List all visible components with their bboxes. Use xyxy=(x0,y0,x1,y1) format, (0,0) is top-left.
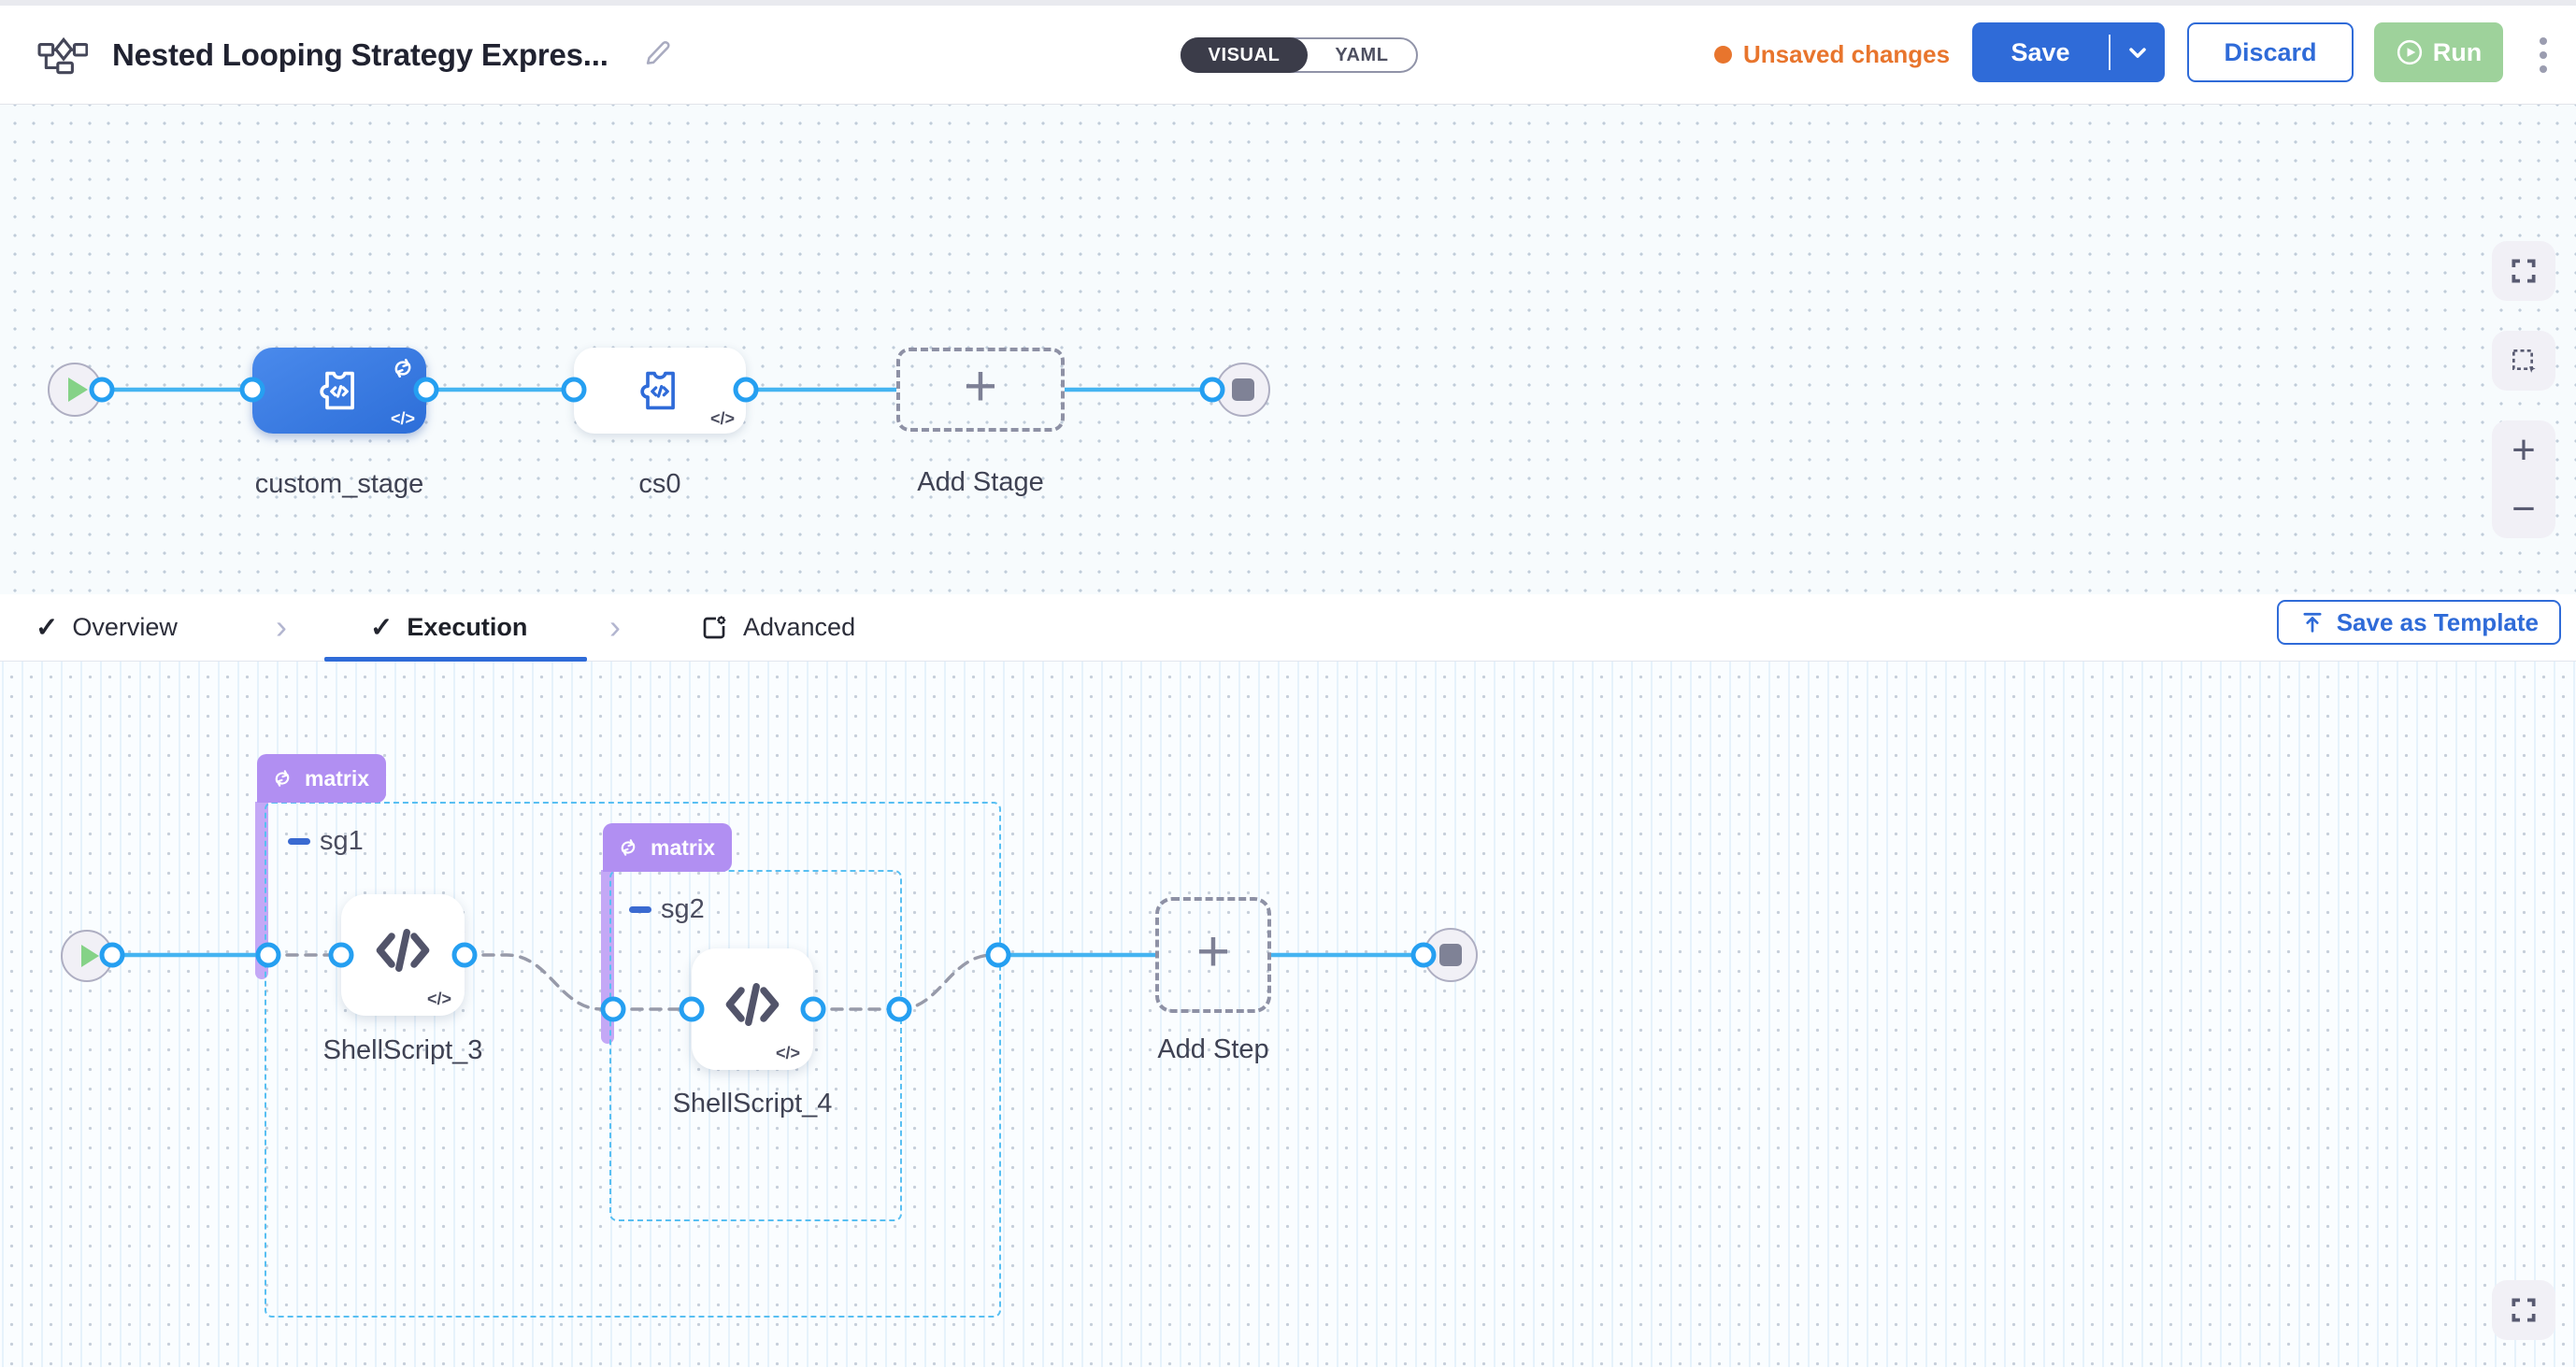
shell-script-icon xyxy=(369,917,436,984)
tab-execution[interactable]: ✓ Execution xyxy=(370,594,527,661)
fullscreen-icon xyxy=(2509,256,2539,286)
step-label-shellscript-4: ShellScript_4 xyxy=(635,1089,870,1119)
pipeline-icon xyxy=(37,35,88,76)
stage-end-node xyxy=(1216,363,1270,417)
stage-label-custom-stage: custom_stage xyxy=(208,469,470,500)
chevron-right-icon: › xyxy=(609,607,621,647)
tab-advanced[interactable]: Advanced xyxy=(699,594,855,661)
matrix-badge-sg1[interactable]: matrix xyxy=(257,754,386,803)
custom-stage-icon xyxy=(315,366,364,415)
tab-advanced-label: Advanced xyxy=(743,613,855,642)
step-group-name: sg1 xyxy=(320,826,364,857)
more-options-button[interactable] xyxy=(2524,29,2563,81)
discard-button[interactable]: Discard xyxy=(2187,22,2354,82)
toggle-visual[interactable]: VISUAL xyxy=(1181,37,1308,73)
tab-overview[interactable]: ✓ Overview xyxy=(36,594,178,661)
code-badge-icon: </> xyxy=(710,409,735,429)
custom-stage-icon xyxy=(636,366,684,415)
save-button[interactable]: Save xyxy=(1972,22,2109,82)
step-group-name: sg2 xyxy=(661,894,705,925)
stop-icon xyxy=(1439,944,1462,966)
matrix-badge-label: matrix xyxy=(305,766,369,791)
shell-script-icon xyxy=(719,971,786,1038)
save-as-template-label: Save as Template xyxy=(2337,608,2539,637)
unsaved-changes-label: Unsaved changes xyxy=(1743,40,1950,69)
stage-canvas[interactable]: </> custom_stage </> cs0 + Add Stage xyxy=(0,105,2576,594)
active-tab-underline xyxy=(324,657,587,662)
pipeline-studio: Nested Looping Strategy Expres... VISUAL… xyxy=(0,0,2576,1368)
collapse-handle[interactable] xyxy=(629,906,651,913)
pencil-icon xyxy=(641,37,673,69)
upload-icon xyxy=(2299,609,2326,635)
marquee-select-icon xyxy=(2509,346,2539,376)
execution-start-node xyxy=(61,930,113,982)
tab-overview-label: Overview xyxy=(72,613,178,642)
pipeline-header: Nested Looping Strategy Expres... VISUAL… xyxy=(0,6,2576,105)
stop-icon xyxy=(1232,378,1254,401)
execution-canvas[interactable]: matrix sg1 matrix sg2 </> xyxy=(0,662,2576,1367)
stage-start-node xyxy=(48,363,102,417)
add-step-button[interactable]: + xyxy=(1155,897,1271,1013)
play-circle-icon xyxy=(2396,38,2424,66)
loop-icon xyxy=(616,835,640,860)
play-icon xyxy=(68,378,88,402)
unsaved-changes-indicator: Unsaved changes xyxy=(1714,6,1950,104)
run-button[interactable]: Run xyxy=(2374,22,2503,82)
edit-pipeline-name-button[interactable] xyxy=(637,35,678,76)
pipeline-title: Nested Looping Strategy Expres... xyxy=(112,37,608,73)
check-icon: ✓ xyxy=(370,611,393,644)
tab-execution-label: Execution xyxy=(407,613,527,642)
collapse-handle[interactable] xyxy=(288,838,310,845)
fullscreen-icon xyxy=(2509,1295,2539,1325)
save-split-button: Save xyxy=(1972,22,2165,82)
step-group-sg2-header: sg2 xyxy=(629,894,705,925)
check-icon: ✓ xyxy=(36,611,58,644)
save-as-template-button[interactable]: Save as Template xyxy=(2277,600,2561,645)
zoom-out-button[interactable]: − xyxy=(2492,479,2555,538)
add-stage-button[interactable]: + xyxy=(896,348,1065,432)
multi-select-button[interactable] xyxy=(2492,331,2555,391)
step-group-sg1-header: sg1 xyxy=(288,826,364,857)
code-badge-icon: </> xyxy=(776,1044,800,1063)
step-label-shellscript-3: ShellScript_3 xyxy=(285,1035,521,1066)
zoom-in-button[interactable]: + xyxy=(2492,420,2555,479)
run-label: Run xyxy=(2433,38,2482,67)
looping-strategy-icon xyxy=(389,354,417,382)
unsaved-dot-icon xyxy=(1714,46,1732,64)
play-icon xyxy=(81,945,99,967)
stage-tab-bar: ✓ Overview › ✓ Execution › Advanced Save… xyxy=(0,594,2576,662)
add-stage-label: Add Stage xyxy=(850,467,1111,498)
plus-icon: + xyxy=(964,358,997,416)
zoom-controls: + − xyxy=(2492,420,2555,538)
stage-label-cs0: cs0 xyxy=(529,469,791,500)
canvas-fullscreen-button[interactable] xyxy=(2492,1280,2555,1340)
execution-end-node xyxy=(1424,928,1478,982)
chevron-down-icon xyxy=(2125,39,2151,65)
toggle-yaml[interactable]: YAML xyxy=(1308,39,1416,71)
plus-icon: + xyxy=(1196,923,1230,981)
advanced-settings-icon xyxy=(699,613,729,643)
code-badge-icon: </> xyxy=(391,409,415,429)
visual-yaml-toggle: VISUAL YAML xyxy=(1181,37,1418,73)
code-badge-icon: </> xyxy=(427,990,451,1009)
stage-node-custom-stage[interactable]: </> xyxy=(252,348,426,434)
add-step-label: Add Step xyxy=(1101,1034,1325,1065)
step-node-shellscript-3[interactable]: </> xyxy=(341,894,465,1016)
stage-node-cs0[interactable]: </> xyxy=(574,348,746,434)
loop-icon xyxy=(270,766,294,791)
chevron-right-icon: › xyxy=(276,607,287,647)
save-options-button[interactable] xyxy=(2111,22,2165,82)
matrix-badge-label: matrix xyxy=(651,835,715,861)
matrix-badge-sg2[interactable]: matrix xyxy=(603,823,732,872)
fullscreen-button[interactable] xyxy=(2492,241,2555,301)
step-node-shellscript-4[interactable]: </> xyxy=(692,948,813,1070)
